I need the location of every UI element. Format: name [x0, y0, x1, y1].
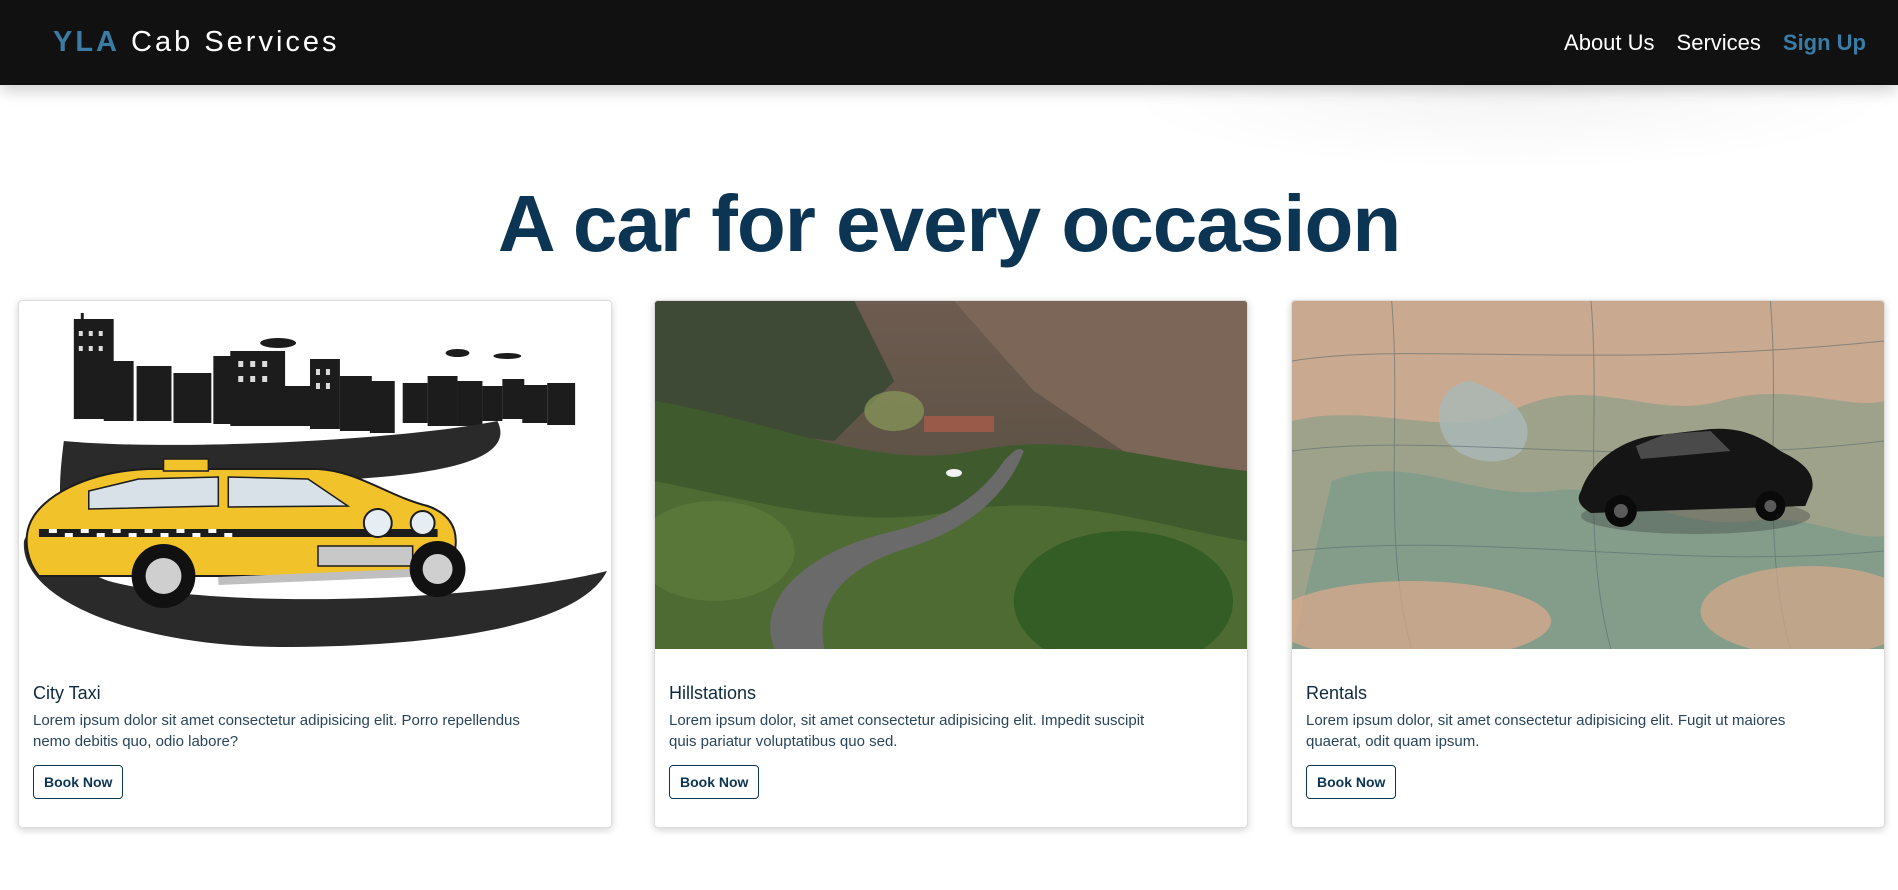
- card-description: Lorem ipsum dolor, sit amet consectetur …: [669, 712, 1145, 750]
- service-card-rentals: Rentals Lorem ipsum dolor, sit amet cons…: [1291, 300, 1885, 828]
- nav-link-about-us[interactable]: About Us: [1564, 30, 1655, 56]
- page-headline: A car for every occasion: [497, 179, 1401, 268]
- book-now-button-hillstations[interactable]: Book Now: [669, 765, 760, 799]
- card-title: Rentals: [1306, 683, 1368, 703]
- card-title: City Taxi: [33, 683, 101, 703]
- service-card-hillstations: Hillstations Lorem ipsum dolor, sit amet…: [654, 300, 1248, 828]
- book-now-button-city-taxi[interactable]: Book Now: [33, 765, 124, 799]
- card-description: Lorem ipsum dolor sit amet consectetur a…: [33, 712, 520, 750]
- card-title: Hillstations: [669, 683, 757, 703]
- nav-links: About Us Services Sign Up: [1564, 30, 1866, 56]
- brand-accent: YLA: [53, 26, 120, 58]
- hillstations-image: [655, 301, 1247, 649]
- rentals-image: [1292, 301, 1884, 649]
- book-now-button-rentals[interactable]: Book Now: [1306, 765, 1397, 799]
- decorative-glow: [1120, 80, 1898, 170]
- navbar: YLA Cab Services About Us Services Sign …: [0, 0, 1898, 85]
- nav-link-sign-up[interactable]: Sign Up: [1783, 30, 1866, 56]
- brand-name: Cab Services: [120, 26, 340, 58]
- service-card-city-taxi: City Taxi Lorem ipsum dolor sit amet con…: [18, 300, 612, 828]
- nav-link-services[interactable]: Services: [1677, 30, 1761, 56]
- card-description: Lorem ipsum dolor, sit amet consectetur …: [1306, 712, 1786, 750]
- brand-logo[interactable]: YLA Cab Services: [53, 26, 340, 59]
- city-taxi-image: [19, 301, 611, 649]
